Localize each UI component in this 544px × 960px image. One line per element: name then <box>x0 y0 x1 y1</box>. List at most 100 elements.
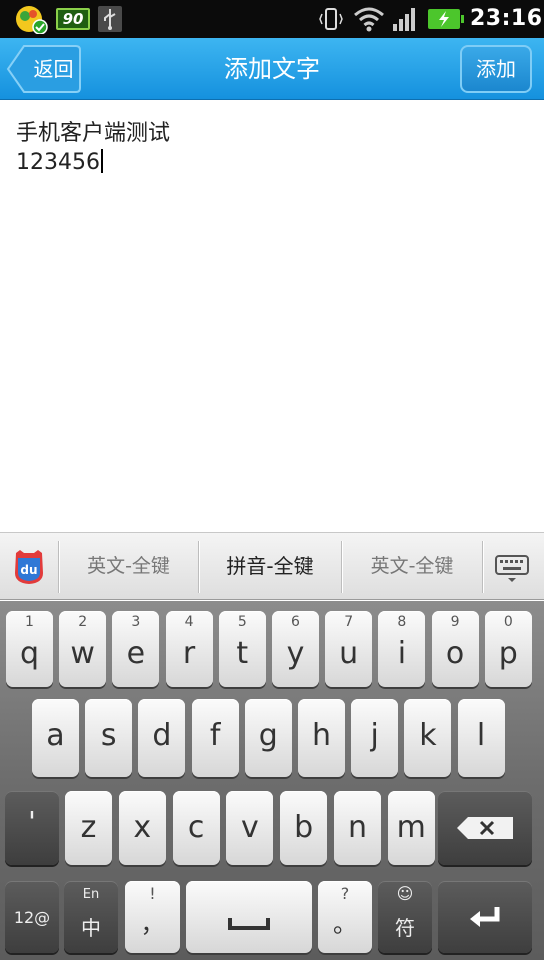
key-letter: h <box>311 718 331 753</box>
key-x[interactable]: x <box>118 791 166 865</box>
key-r[interactable]: 4r <box>165 611 213 687</box>
key-letter: u <box>339 636 359 671</box>
key-number-hint: 5 <box>237 614 247 630</box>
key-number-hint: 8 <box>397 614 407 630</box>
symbol-key-main: 符 <box>395 916 415 940</box>
wifi-icon <box>352 4 386 34</box>
key-b[interactable]: b <box>280 791 328 865</box>
key-a[interactable]: a <box>32 699 79 777</box>
app-icon <box>14 4 48 35</box>
key-k[interactable]: k <box>404 699 452 777</box>
usb-icon <box>98 6 122 32</box>
candidate-divider <box>482 541 483 593</box>
clock: 23:16 <box>470 6 543 31</box>
add-button[interactable]: 添加 <box>460 45 532 93</box>
key-letter: z <box>80 810 97 845</box>
key-q[interactable]: 1q <box>6 611 53 687</box>
key-number-hint: 2 <box>78 614 88 630</box>
symbol-key-top: ☺ <box>396 884 414 903</box>
baidu-ime-logo-icon[interactable]: du <box>12 549 46 585</box>
key-v[interactable]: v <box>226 791 274 865</box>
key-letter: r <box>182 636 196 671</box>
key-p[interactable]: 0p <box>484 611 532 687</box>
key-number-hint: 1 <box>25 614 34 630</box>
numbers-key-label: 12@ <box>13 908 51 927</box>
key-y[interactable]: 6y <box>272 611 319 687</box>
comma-key-main: ， <box>140 910 165 938</box>
key-d[interactable]: d <box>138 699 186 777</box>
backspace-key[interactable] <box>438 791 532 865</box>
battery-90-icon: 90 <box>56 8 90 30</box>
key-o[interactable]: 9o <box>431 611 479 687</box>
key-letter: y <box>286 636 305 671</box>
key-letter: p <box>498 636 518 671</box>
key-f[interactable]: f <box>191 699 239 777</box>
enter-icon <box>470 907 500 927</box>
key-u[interactable]: 7u <box>325 611 373 687</box>
key-j[interactable]: j <box>351 699 399 777</box>
key-h[interactable]: h <box>298 699 345 777</box>
key-g[interactable]: g <box>244 699 292 777</box>
status-bar: 90 23:16 <box>0 0 544 38</box>
keyboard-toggle-icon[interactable] <box>494 549 530 585</box>
vibrate-icon <box>318 6 344 32</box>
numbers-key[interactable]: 12@ <box>5 881 59 953</box>
signal-icon <box>392 6 420 32</box>
key-number-hint: 0 <box>503 614 513 630</box>
language-key-top: En <box>82 887 100 902</box>
backspace-icon <box>457 817 513 839</box>
key-c[interactable]: c <box>172 791 220 865</box>
symbol-key[interactable]: ☺ 符 <box>378 881 432 953</box>
key-l[interactable]: l <box>457 699 505 777</box>
key-z[interactable]: z <box>65 791 112 865</box>
space-key[interactable] <box>186 881 312 953</box>
key-letter: j <box>370 718 379 753</box>
title-bar: 返回 添加文字 添加 <box>0 38 544 100</box>
text-input-area[interactable]: 手机客户端测试 123456 <box>0 101 544 532</box>
key-letter: n <box>347 810 367 845</box>
candidate-item[interactable]: 英文-全键 <box>342 533 482 601</box>
comma-key[interactable]: ! ， <box>125 881 180 953</box>
logo-text: du <box>20 563 37 577</box>
battery-charging-icon <box>428 9 464 29</box>
text-line-1: 手机客户端测试 <box>16 121 171 146</box>
key-letter: o <box>445 636 465 671</box>
key-letter: g <box>258 718 278 753</box>
key-i[interactable]: 8i <box>378 611 426 687</box>
key-letter: k <box>419 718 437 753</box>
key-letter: b <box>294 810 314 845</box>
space-bar-icon <box>228 918 270 930</box>
key-s[interactable]: s <box>85 699 133 777</box>
comma-key-top: ! <box>149 884 156 903</box>
language-switch-key[interactable]: En 中 <box>64 881 118 953</box>
key-m[interactable]: m <box>387 791 435 865</box>
key-letter: t <box>236 636 249 671</box>
period-key[interactable]: ? 。 <box>318 881 372 953</box>
candidate-item[interactable]: 英文-全键 <box>59 533 198 601</box>
key-letter: w <box>70 636 95 671</box>
candidate-item-active[interactable]: 拼音-全键 <box>199 533 341 601</box>
key-number-hint: 3 <box>131 614 141 630</box>
key-number-hint: 7 <box>344 614 354 630</box>
key-t[interactable]: 5t <box>218 611 266 687</box>
key-letter: i <box>397 636 407 671</box>
key-number-hint: 4 <box>184 614 194 630</box>
period-key-top: ? <box>340 884 350 903</box>
text-cursor <box>100 149 103 173</box>
period-key-main: 。 <box>333 910 357 938</box>
key-letter: c <box>187 810 205 845</box>
key-letter: v <box>241 810 259 845</box>
battery-90-label: 90 <box>62 10 84 28</box>
key-number-hint: 6 <box>291 614 300 630</box>
ime-candidate-bar: du 英文-全键 拼音-全键 英文-全键 <box>0 532 544 600</box>
enter-key[interactable] <box>438 881 532 953</box>
key-w[interactable]: 2w <box>59 611 107 687</box>
apostrophe-key[interactable]: ' <box>5 791 59 865</box>
key-letter: m <box>396 810 426 845</box>
key-letter: s <box>100 718 117 753</box>
key-e[interactable]: 3e <box>112 611 160 687</box>
key-letter: d <box>152 718 172 753</box>
key-letter: q <box>19 636 40 671</box>
key-n[interactable]: n <box>334 791 381 865</box>
key-letter: x <box>133 810 152 845</box>
